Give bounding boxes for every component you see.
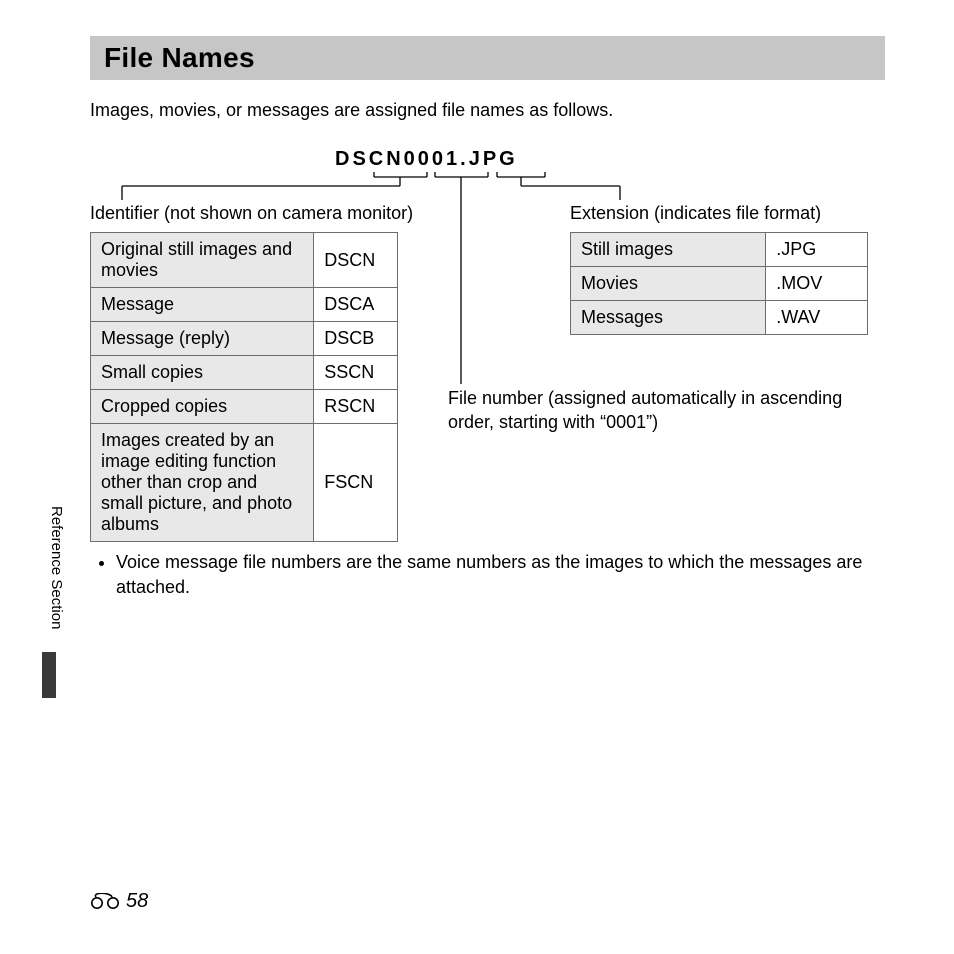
- identifier-desc: Images created by an image editing funct…: [91, 424, 314, 542]
- thumb-tab: [42, 652, 56, 698]
- table-row: Small copiesSSCN: [91, 356, 398, 390]
- heading-bar: File Names: [90, 36, 885, 80]
- extension-code: .JPG: [766, 233, 868, 267]
- table-row: MessageDSCA: [91, 288, 398, 322]
- file-number-label: File number (assigned automatically in a…: [448, 386, 868, 435]
- table-row: Message (reply)DSCB: [91, 322, 398, 356]
- page-title: File Names: [104, 42, 255, 74]
- identifier-label: Identifier (not shown on camera monitor): [90, 203, 413, 224]
- identifier-desc: Small copies: [91, 356, 314, 390]
- section-side-label: Reference Section: [48, 506, 65, 629]
- table-row: Images created by an image editing funct…: [91, 424, 398, 542]
- extension-code: .MOV: [766, 267, 868, 301]
- note-item: Voice message file numbers are the same …: [116, 550, 872, 600]
- identifier-desc: Original still images and movies: [91, 233, 314, 288]
- identifier-code: SSCN: [314, 356, 398, 390]
- notes: Voice message file numbers are the same …: [92, 550, 872, 600]
- identifier-code: DSCN: [314, 233, 398, 288]
- page-footer: 58: [90, 890, 148, 913]
- table-row: Movies.MOV: [571, 267, 868, 301]
- identifier-table: Original still images and moviesDSCN Mes…: [90, 232, 398, 542]
- identifier-desc: Message: [91, 288, 314, 322]
- table-row: Messages.WAV: [571, 301, 868, 335]
- table-row: Cropped copiesRSCN: [91, 390, 398, 424]
- extension-desc: Messages: [571, 301, 766, 335]
- identifier-code: DSCB: [314, 322, 398, 356]
- identifier-code: RSCN: [314, 390, 398, 424]
- extension-table: Still images.JPG Movies.MOV Messages.WAV: [570, 232, 868, 335]
- extension-desc: Still images: [571, 233, 766, 267]
- identifier-code: DSCA: [314, 288, 398, 322]
- manual-page: File Names Images, movies, or messages a…: [0, 0, 954, 954]
- page-number: 58: [126, 890, 148, 913]
- extension-code: .WAV: [766, 301, 868, 335]
- table-row: Still images.JPG: [571, 233, 868, 267]
- identifier-desc: Message (reply): [91, 322, 314, 356]
- extension-desc: Movies: [571, 267, 766, 301]
- extension-label: Extension (indicates file format): [570, 203, 821, 224]
- example-filename: DSCN0001.JPG: [335, 148, 518, 171]
- intro-text: Images, movies, or messages are assigned…: [90, 100, 613, 121]
- reference-icon: [90, 893, 124, 911]
- identifier-desc: Cropped copies: [91, 390, 314, 424]
- identifier-code: FSCN: [314, 424, 398, 542]
- table-row: Original still images and moviesDSCN: [91, 233, 398, 288]
